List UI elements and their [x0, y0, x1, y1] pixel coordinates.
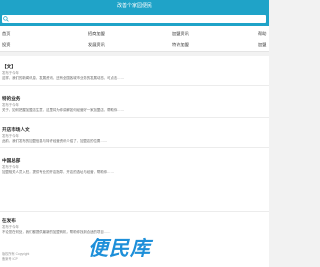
article-summary: 这样，我们的新闻讯息、发展资讯，还有全国各城市业务的发展动态，可点击…… — [2, 76, 125, 80]
article-summary: 此前，我们发布的加盟信息与特许经营资讯介绍了，加盟店的位置…… — [2, 139, 108, 143]
nav-item[interactable]: 发展资讯 — [88, 42, 105, 47]
article-meta: 发布于今年 — [2, 103, 19, 107]
list-item[interactable]: 开店市场人文 发布于今年 此前，我们发布的加盟信息与特许经营资讯介绍了，加盟店的… — [0, 118, 269, 148]
article-title[interactable]: 中国总部 — [2, 158, 20, 164]
list-item[interactable]: 【文】 发布于今年 这样，我们的新闻讯息、发展资讯，还有全国各城市业务的发展动态… — [0, 56, 269, 86]
article-title[interactable]: 特的业务 — [2, 96, 20, 102]
search-input[interactable] — [2, 15, 266, 23]
article-title[interactable]: 【文】 — [2, 64, 16, 70]
page-title: 改善个家园便民 — [116, 3, 152, 9]
search-bar — [0, 12, 269, 26]
list-item[interactable]: 中国总部 发布于今年 加盟相关人员入驻，提供专业的开店指导，开店的选址与经营，帮… — [0, 148, 269, 212]
article-meta: 发布于今年 — [2, 71, 19, 75]
article-meta: 发布于今年 — [2, 134, 19, 138]
watermark-logo: 便民库 — [88, 232, 184, 260]
article-meta: 发布于今年 — [2, 225, 19, 229]
footer-copyright: 版权所有 Copyright — [2, 252, 30, 256]
nav-item[interactable]: 投资 — [2, 42, 10, 47]
article-title[interactable]: 开店市场人文 — [2, 127, 30, 133]
article-summary: 关于，如何把握加盟店生意，这里将为你讲解如何经营好一家加盟店，帮助你…… — [2, 108, 125, 112]
article-summary: 加盟相关人员入驻，提供专业的开店指导，开店的选址与经营，帮助你…… — [2, 170, 114, 174]
article-meta: 发布于今年 — [2, 165, 19, 169]
nav-menu: 首页 招商加盟 加盟资讯 帮助 投资 发展资讯 特许加盟 加盟 — [0, 26, 269, 52]
list-item[interactable]: 特的业务 发布于今年 关于，如何把握加盟店生意，这里将为你讲解如何经营好一家加盟… — [0, 86, 269, 118]
footer-icp[interactable]: 备案号 ICP — [2, 257, 18, 261]
nav-item[interactable]: 帮助 — [258, 31, 266, 36]
nav-item[interactable]: 首页 — [2, 31, 10, 36]
nav-item[interactable]: 加盟资讯 — [172, 31, 189, 36]
article-title[interactable]: 在发布 — [2, 218, 16, 224]
search-icon[interactable] — [3, 16, 9, 22]
watermark-text: 便民库 — [88, 236, 151, 260]
header-bar: 改善个家园便民 — [0, 0, 269, 12]
nav-item[interactable]: 招商加盟 — [88, 31, 105, 36]
nav-item[interactable]: 特许加盟 — [172, 42, 189, 47]
nav-item[interactable]: 加盟 — [258, 42, 266, 47]
